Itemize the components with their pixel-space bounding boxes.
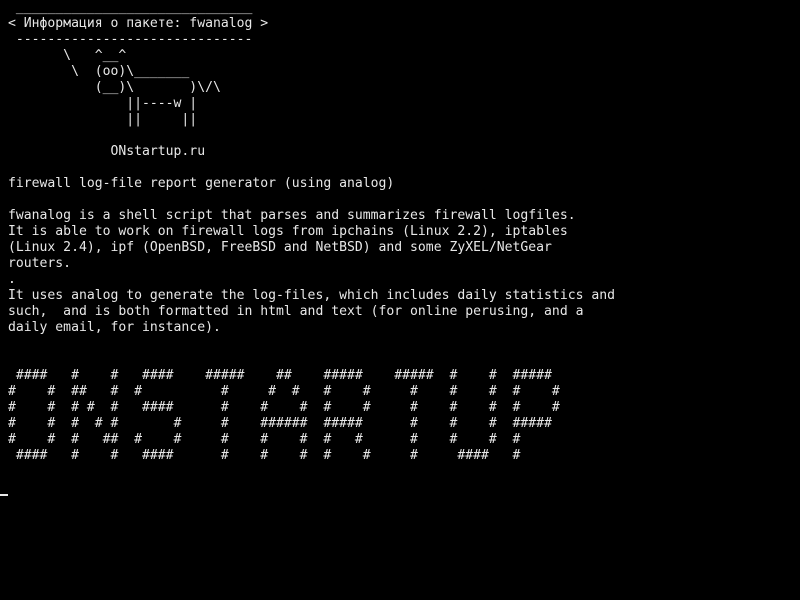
package-description-line: daily email, for instance). <box>8 320 221 335</box>
ascii-banner-line: # # # # # # # ###### ##### # # # ##### <box>8 416 552 431</box>
text-cursor <box>0 494 8 496</box>
package-description-line: routers. <box>8 256 72 271</box>
package-summary: firewall log-file report generator (usin… <box>8 176 395 191</box>
cow-art-line: \ (oo)\_______ <box>8 64 190 79</box>
cow-art-line: || || <box>8 112 198 127</box>
cowsay-top-border: ______________________________ <box>8 0 253 15</box>
terminal-output: ______________________________ < Информац… <box>8 0 615 464</box>
cow-art-line: (__)\ )\/\ <box>8 80 221 95</box>
cow-art-line: ||----w | <box>8 96 198 111</box>
site-name: ONstartup.ru <box>8 144 206 159</box>
cow-art-line: \ ^__^ <box>8 48 127 63</box>
cowsay-bottom-border: ------------------------------ <box>8 32 253 47</box>
cowsay-bubble-text: < Информация о пакете: fwanalog > <box>8 16 269 31</box>
ascii-banner-line: # # # # # #### # # # # # # # # # # <box>8 400 560 415</box>
terminal-screen[interactable]: ______________________________ < Информац… <box>0 0 800 600</box>
ascii-banner-line: # # ## # # # # # # # # # # # # <box>8 384 560 399</box>
package-description-line: fwanalog is a shell script that parses a… <box>8 208 576 223</box>
ascii-banner-line: #### # # #### ##### ## ##### ##### # # #… <box>8 368 552 383</box>
package-description-line: . <box>8 272 16 287</box>
package-description-line: It is able to work on firewall logs from… <box>8 224 568 239</box>
package-description-line: It uses analog to generate the log-files… <box>8 288 615 303</box>
ascii-banner-line: # # # ## # # # # # # # # # # # <box>8 432 521 447</box>
package-description-line: (Linux 2.4), ipf (OpenBSD, FreeBSD and N… <box>8 240 552 255</box>
ascii-banner-line: #### # # #### # # # # # # #### # <box>8 448 521 463</box>
package-description-line: such, and is both formatted in html and … <box>8 304 584 319</box>
